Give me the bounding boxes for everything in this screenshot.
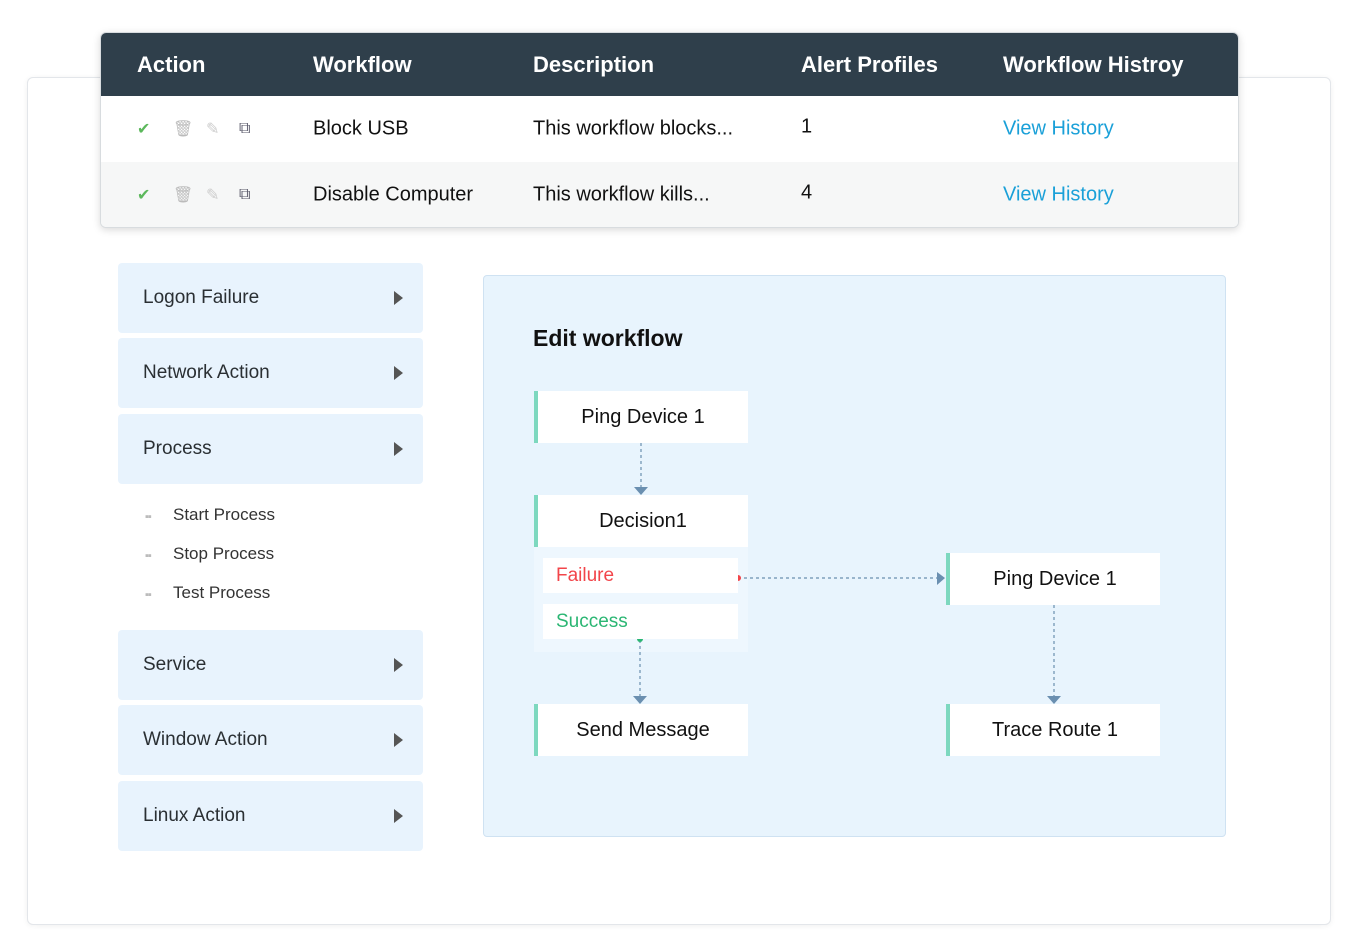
node-ping-device-1-right[interactable]: Ping Device 1 — [946, 553, 1160, 605]
node-trace-route-1[interactable]: Trace Route 1 — [946, 704, 1160, 756]
arrow-down-icon — [1047, 696, 1061, 704]
connectors — [633, 443, 1061, 704]
arrow-down-icon — [634, 487, 648, 495]
arrow-right-icon — [937, 572, 945, 585]
option-success[interactable]: Success — [543, 604, 738, 639]
node-ping-device-1[interactable]: Ping Device 1 — [534, 391, 748, 443]
option-failure[interactable]: Failure — [543, 558, 738, 593]
arrow-down-icon — [633, 696, 647, 704]
node-send-message[interactable]: Send Message — [534, 704, 748, 756]
node-decision1[interactable]: Decision1 — [534, 495, 748, 547]
